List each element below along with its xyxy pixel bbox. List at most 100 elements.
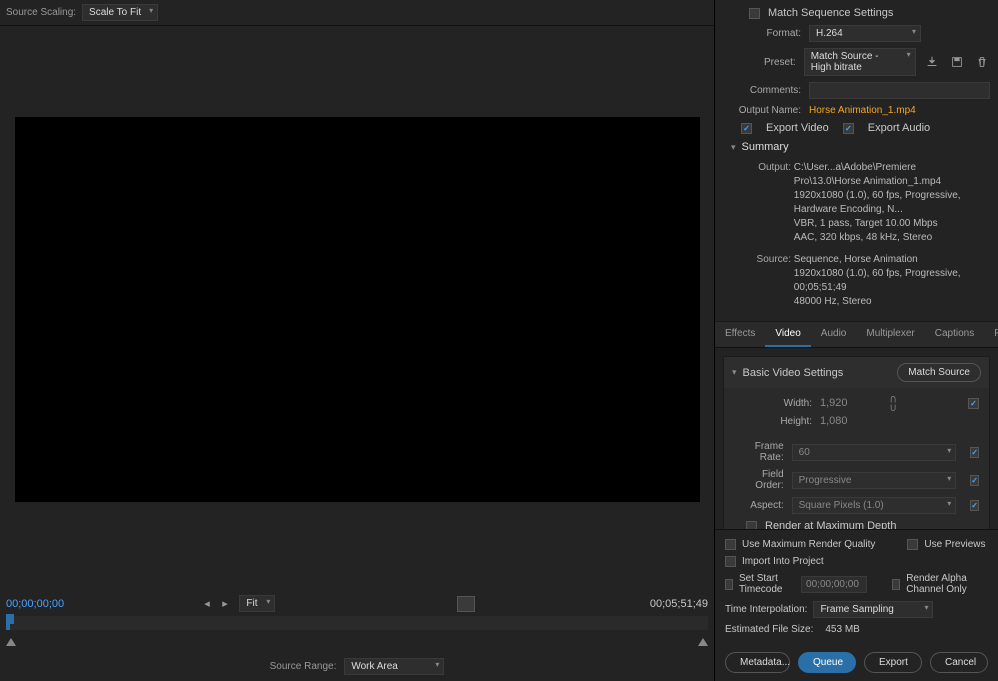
- preview-top-bar: Source Scaling: Scale To Fit: [0, 0, 714, 26]
- export-audio-label: Export Audio: [868, 122, 930, 134]
- twisty-down-icon: ▾: [731, 142, 736, 153]
- frame-rate-label: Frame Rate:: [734, 441, 784, 463]
- queue-button[interactable]: Queue: [798, 652, 856, 673]
- height-label: Height:: [734, 416, 812, 427]
- fieldorder-match-checkbox[interactable]: [970, 475, 979, 486]
- preview-panel: Source Scaling: Scale To Fit 00;00;00;00…: [0, 0, 715, 681]
- import-project-label: Import Into Project: [742, 556, 824, 567]
- tab-multiplexer[interactable]: Multiplexer: [856, 322, 924, 347]
- summary-output-block: Output: C:\User...a\Adobe\Premiere Pro\1…: [723, 157, 990, 253]
- width-match-checkbox[interactable]: [968, 398, 979, 409]
- range-row: [0, 632, 714, 652]
- export-video-label: Export Video: [766, 122, 829, 134]
- frame-rate-dropdown[interactable]: 60: [792, 444, 957, 461]
- video-preview-area: [0, 26, 714, 593]
- out-point-marker[interactable]: [698, 638, 708, 646]
- time-out-display: 00;05;51;49: [650, 598, 708, 610]
- comments-label: Comments:: [723, 85, 801, 96]
- summary-output-line3: VBR, 1 pass, Target 10.00 Mbps: [794, 217, 979, 231]
- source-range-row: Source Range: Work Area: [0, 652, 714, 681]
- zoom-fit-dropdown[interactable]: Fit: [239, 595, 275, 612]
- summary-source-block: Source: Sequence, Horse Animation 1920x1…: [723, 253, 990, 317]
- play-icon[interactable]: ▸: [218, 597, 232, 611]
- field-order-label: Field Order:: [734, 469, 784, 491]
- aspect-dropdown[interactable]: Square Pixels (1.0): [792, 497, 957, 514]
- summary-output-line4: AAC, 320 kbps, 48 kHz, Stereo: [794, 231, 979, 245]
- summary-source-line1: Sequence, Horse Animation: [794, 253, 979, 267]
- render-alpha-checkbox[interactable]: [892, 579, 900, 590]
- preset-label: Preset:: [723, 57, 796, 68]
- delete-preset-icon[interactable]: [973, 54, 990, 70]
- match-sequence-checkbox[interactable]: [749, 8, 760, 19]
- use-previews-label: Use Previews: [924, 539, 985, 550]
- height-value[interactable]: 1,080: [820, 415, 848, 427]
- basic-video-title: Basic Video Settings: [743, 367, 844, 379]
- basic-video-header[interactable]: ▾ Basic Video Settings Match Source: [724, 357, 989, 388]
- export-settings-section: Match Sequence Settings Format: H.264 Pr…: [715, 0, 998, 322]
- aspect-match-checkbox[interactable]: [970, 500, 979, 511]
- twisty-down-icon: ▾: [732, 367, 737, 378]
- match-sequence-label: Match Sequence Settings: [768, 7, 893, 19]
- set-start-tc-checkbox[interactable]: [725, 579, 733, 590]
- tab-publish[interactable]: Publish: [984, 322, 998, 347]
- bottom-options: Use Maximum Render Quality Use Previews …: [715, 529, 998, 644]
- prev-frame-icon[interactable]: ◂: [200, 597, 214, 611]
- comments-input[interactable]: [809, 82, 990, 99]
- render-alpha-label: Render Alpha Channel Only: [906, 573, 988, 595]
- export-settings-panel: Match Sequence Settings Format: H.264 Pr…: [715, 0, 998, 681]
- crop-output-icon[interactable]: [457, 596, 475, 612]
- source-scaling-label: Source Scaling:: [6, 7, 76, 18]
- summary-output-line2: 1920x1080 (1.0), 60 fps, Progressive, Ha…: [794, 189, 979, 217]
- tab-effects[interactable]: Effects: [715, 322, 765, 347]
- use-max-quality-checkbox[interactable]: [725, 539, 736, 550]
- save-preset-icon[interactable]: [948, 54, 965, 70]
- source-range-dropdown[interactable]: Work Area: [344, 658, 444, 675]
- in-point-marker[interactable]: [6, 638, 16, 646]
- playhead-icon[interactable]: [6, 614, 14, 624]
- import-preset-icon[interactable]: [924, 54, 941, 70]
- link-dimensions-icon[interactable]: ⊂⊃: [886, 395, 897, 412]
- framerate-match-checkbox[interactable]: [970, 447, 979, 458]
- summary-source-line3: 48000 Hz, Stereo: [794, 295, 979, 309]
- summary-output-line1: C:\User...a\Adobe\Premiere Pro\13.0\Hors…: [794, 161, 979, 189]
- match-source-button[interactable]: Match Source: [897, 363, 981, 382]
- basic-video-group: ▾ Basic Video Settings Match Source Widt…: [723, 356, 990, 529]
- cancel-button[interactable]: Cancel: [930, 652, 988, 673]
- render-depth-checkbox[interactable]: [746, 521, 757, 530]
- export-audio-checkbox[interactable]: [843, 123, 854, 134]
- footer-buttons: Metadata... Queue Export Cancel: [715, 644, 998, 681]
- set-start-tc-label: Set Start Timecode: [739, 573, 795, 595]
- tab-audio[interactable]: Audio: [811, 322, 857, 347]
- timeline-controls: 00;00;00;00 ◂ ▸ Fit 00;05;51;49: [0, 593, 714, 614]
- est-size-value: 453 MB: [825, 624, 859, 635]
- width-label: Width:: [734, 398, 812, 409]
- time-in-display[interactable]: 00;00;00;00: [6, 598, 64, 610]
- format-dropdown[interactable]: H.264: [809, 25, 921, 42]
- export-video-checkbox[interactable]: [741, 123, 752, 134]
- output-name-link[interactable]: Horse Animation_1.mp4: [809, 105, 916, 116]
- width-value[interactable]: 1,920: [820, 397, 848, 409]
- timeline-scrubber[interactable]: [6, 616, 708, 630]
- video-frame[interactable]: [15, 117, 700, 502]
- est-size-label: Estimated File Size:: [725, 624, 813, 635]
- output-name-label: Output Name:: [723, 105, 801, 116]
- start-timecode-input[interactable]: [801, 576, 867, 593]
- use-max-quality-label: Use Maximum Render Quality: [742, 539, 875, 550]
- tab-video[interactable]: Video: [765, 322, 810, 347]
- summary-title: Summary: [742, 141, 789, 153]
- import-project-checkbox[interactable]: [725, 556, 736, 567]
- use-previews-checkbox[interactable]: [907, 539, 918, 550]
- source-scaling-dropdown[interactable]: Scale To Fit: [82, 4, 158, 21]
- render-depth-label: Render at Maximum Depth: [765, 520, 896, 529]
- export-button[interactable]: Export: [864, 652, 922, 673]
- metadata-button[interactable]: Metadata...: [725, 652, 790, 673]
- time-interp-dropdown[interactable]: Frame Sampling: [813, 601, 933, 618]
- summary-header[interactable]: ▾ Summary: [723, 137, 990, 157]
- field-order-dropdown[interactable]: Progressive: [792, 472, 957, 489]
- video-settings-body: ▾ Basic Video Settings Match Source Widt…: [715, 348, 998, 529]
- tab-captions[interactable]: Captions: [925, 322, 984, 347]
- source-range-label: Source Range:: [270, 661, 337, 672]
- summary-source-label: Source:: [747, 253, 791, 267]
- summary-source-line2: 1920x1080 (1.0), 60 fps, Progressive, 00…: [794, 267, 979, 295]
- preset-dropdown[interactable]: Match Source - High bitrate: [804, 48, 916, 76]
